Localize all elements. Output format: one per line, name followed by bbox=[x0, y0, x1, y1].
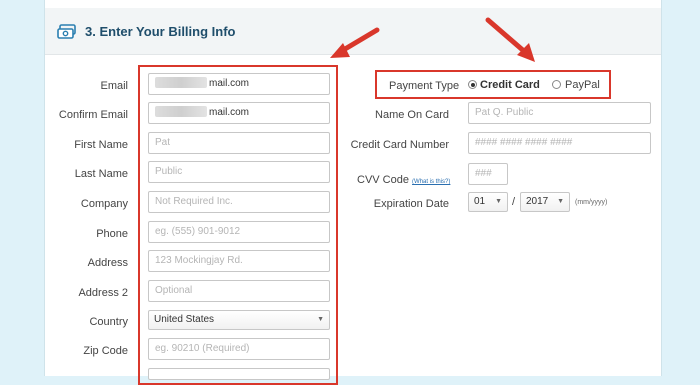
card-number-field[interactable]: #### #### #### #### bbox=[468, 132, 651, 154]
address-label: Address bbox=[87, 257, 128, 269]
chevron-down-icon: ▼ bbox=[557, 198, 564, 205]
section-header: 3. Enter Your Billing Info bbox=[45, 8, 661, 55]
exp-year-select[interactable]: 2017 ▼ bbox=[520, 192, 570, 212]
company-label: Company bbox=[80, 198, 128, 210]
confirm-email-label: Confirm Email bbox=[58, 109, 128, 121]
zip-code-label: Zip Code bbox=[83, 345, 128, 357]
section-title: 3. Enter Your Billing Info bbox=[85, 24, 236, 39]
paypal-option-label[interactable]: PayPal bbox=[565, 79, 600, 91]
billing-panel: 3. Enter Your Billing Info Email mail.co… bbox=[44, 0, 662, 385]
chevron-down-icon: ▼ bbox=[495, 198, 502, 205]
highlight-box-personal-info bbox=[138, 65, 338, 385]
credit-card-radio[interactable] bbox=[468, 80, 477, 89]
billing-cash-icon bbox=[57, 24, 76, 39]
credit-card-option-label[interactable]: Credit Card bbox=[480, 79, 540, 91]
paypal-radio[interactable] bbox=[552, 80, 561, 89]
first-name-label: First Name bbox=[74, 139, 128, 151]
exp-separator: / bbox=[512, 196, 516, 208]
cvv-label: CVV Code (What is this?) bbox=[357, 174, 451, 186]
card-number-label: Credit Card Number bbox=[350, 139, 449, 151]
exp-month-select[interactable]: 01 ▼ bbox=[468, 192, 508, 212]
country-label: Country bbox=[89, 316, 128, 328]
name-on-card-field[interactable]: Pat Q. Public bbox=[468, 102, 651, 124]
address2-label: Address 2 bbox=[78, 287, 128, 299]
expiration-date-label: Expiration Date bbox=[373, 198, 449, 210]
phone-label: Phone bbox=[96, 228, 128, 240]
email-label: Email bbox=[100, 80, 128, 92]
cvv-help-link[interactable]: (What is this?) bbox=[412, 179, 450, 185]
payment-type-label: Payment Type bbox=[389, 80, 460, 92]
cvv-field[interactable]: ### bbox=[468, 163, 508, 185]
name-on-card-label: Name On Card bbox=[375, 109, 449, 121]
exp-format-hint: (mm/yyyy) bbox=[575, 199, 608, 206]
last-name-label: Last Name bbox=[74, 168, 128, 180]
